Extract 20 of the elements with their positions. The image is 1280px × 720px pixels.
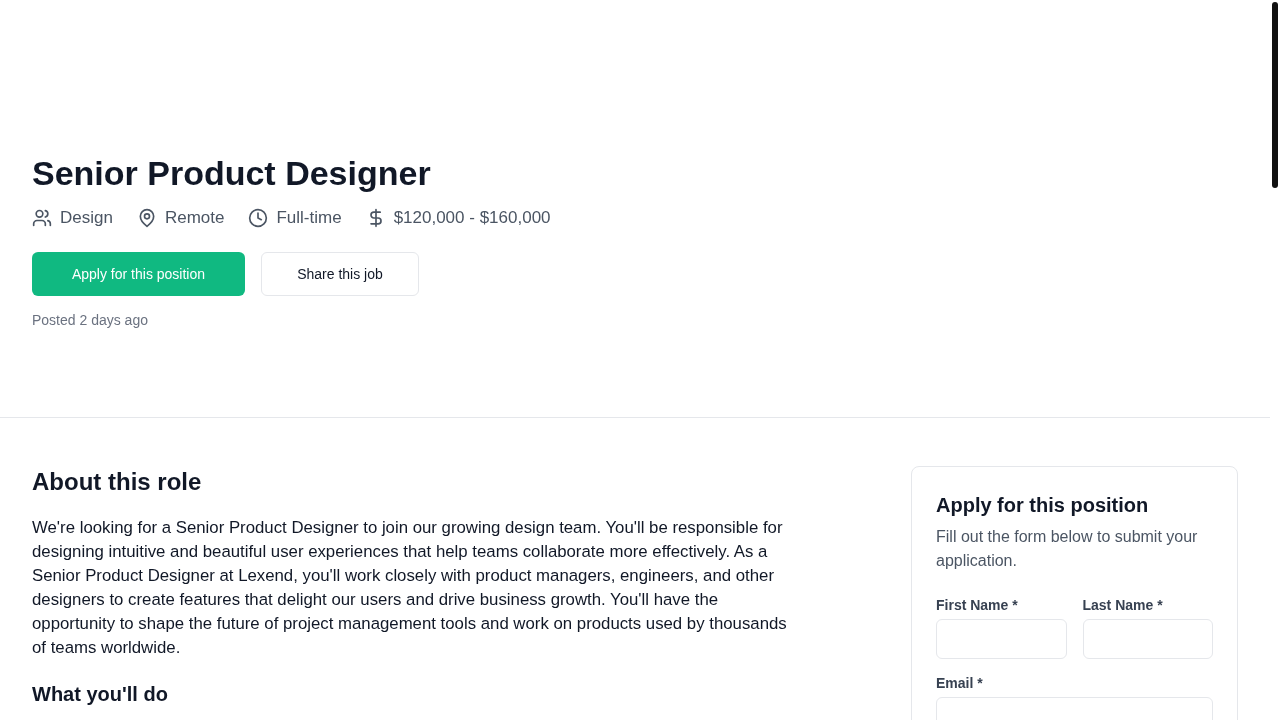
- field-label: Last Name *: [1082, 597, 1164, 613]
- section-heading: What you'll do: [32, 682, 169, 706]
- meta-label: $120,000 - $160,000: [393, 208, 551, 228]
- section-heading: About this role: [32, 467, 203, 497]
- form-subtitle: Fill out the form below to submit your application.: [936, 527, 1199, 571]
- job-title: Senior Product Designer: [32, 153, 432, 194]
- form-title: Apply for this position: [936, 493, 1150, 518]
- clock-icon: [248, 208, 269, 228]
- meta-label: Full-time: [276, 208, 342, 228]
- posted-date: Posted 2 days ago: [32, 312, 149, 328]
- input-field[interactable]: [1082, 619, 1213, 659]
- role-description: We're looking for a Senior Product Designer to join our growing design team. You'll be responsible for designing intuitive and beautiful user experiences that help teams collaborate more effectively. As a Senior Product Designer at Lexend, you'll work closely with product managers, engineers, and other designers to create features that delight our users and drive business growth. You'll have the opportunity to shape the future of project management tools and work on products used by thousands of teams worldwide.: [32, 517, 788, 659]
- scrollbar-thumb[interactable]: [1272, 2, 1278, 188]
- meta-label: Remote: [164, 208, 225, 228]
- share-button[interactable]: Share this job: [261, 252, 419, 296]
- meta-label: Design: [60, 208, 113, 228]
- field-label: Email *: [936, 675, 984, 691]
- field-label: First Name *: [936, 597, 1019, 613]
- input-field[interactable]: [936, 619, 1067, 659]
- people-icon: [32, 208, 52, 228]
